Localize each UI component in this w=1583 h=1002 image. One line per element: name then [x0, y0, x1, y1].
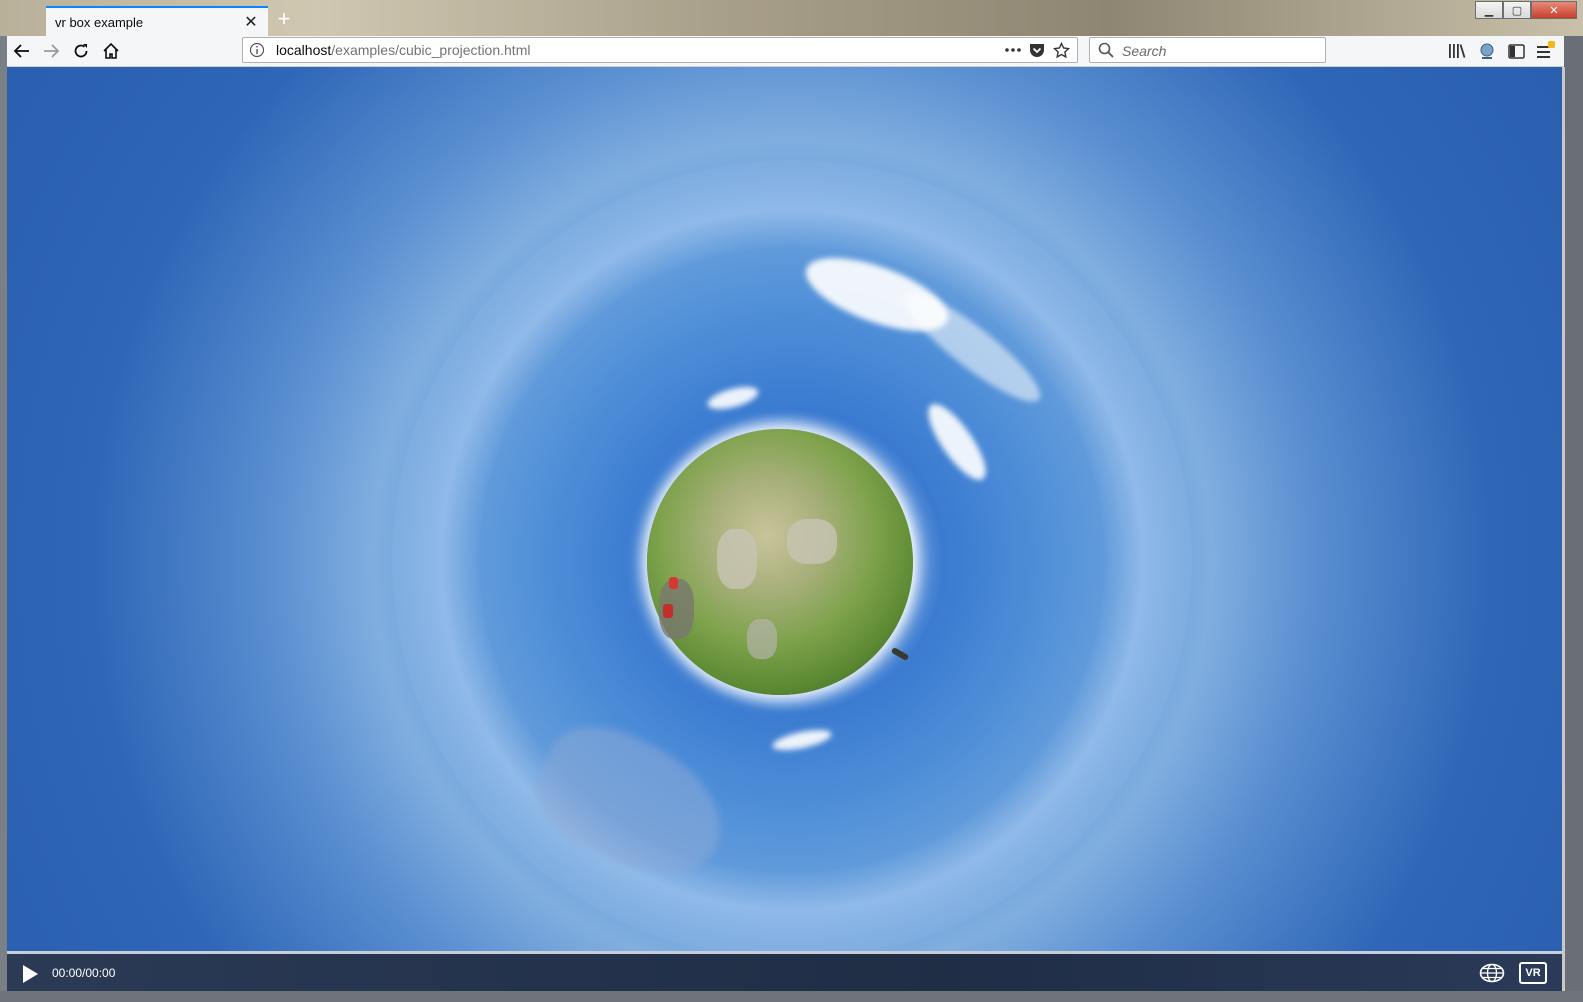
menu-button[interactable] — [1533, 39, 1557, 63]
pocket-icon — [1030, 43, 1044, 57]
url-host: localhost — [276, 42, 332, 58]
minimize-button[interactable]: ▁ — [1475, 1, 1503, 19]
new-tab-button[interactable]: + — [272, 8, 296, 32]
close-window-button[interactable]: ✕ — [1531, 1, 1577, 19]
more-icon — [1005, 48, 1021, 52]
url-text[interactable]: localhost/examples/cubic_projection.html — [276, 42, 530, 58]
search-icon — [1098, 42, 1114, 58]
page-actions-button[interactable] — [1001, 40, 1025, 60]
extension-button[interactable] — [1475, 39, 1499, 63]
reload-button[interactable] — [69, 39, 93, 63]
forward-icon — [44, 44, 60, 58]
projection-button[interactable] — [1479, 961, 1505, 985]
window-controls: ▁ ▢ ✕ — [1475, 1, 1577, 19]
panorama-viewport[interactable] — [7, 67, 1562, 951]
tab-active[interactable]: vr box example ✕ — [46, 6, 268, 36]
player-controls-right: VR — [1479, 961, 1547, 985]
maximize-button[interactable]: ▢ — [1503, 1, 1531, 19]
sidebar-icon — [1507, 43, 1525, 59]
reload-icon — [74, 44, 88, 58]
pocket-button[interactable] — [1025, 40, 1049, 60]
url-bar[interactable]: localhost/examples/cubic_projection.html — [242, 37, 1078, 63]
url-actions — [1001, 40, 1073, 60]
person-figure — [663, 604, 673, 618]
window-frame-right — [1562, 36, 1583, 1002]
globe-icon — [1479, 963, 1505, 983]
sidebar-button[interactable] — [1504, 39, 1528, 63]
search-bar[interactable] — [1089, 37, 1326, 63]
forward-button[interactable] — [39, 39, 63, 63]
window-frame-left — [0, 36, 7, 1002]
vr-button[interactable]: VR — [1519, 962, 1547, 984]
library-button[interactable] — [1445, 39, 1469, 63]
back-button[interactable] — [10, 39, 34, 63]
home-icon — [103, 42, 119, 59]
window-bottom-edge — [0, 991, 1583, 1002]
tab-title: vr box example — [55, 14, 144, 30]
navigation-toolbar: localhost/examples/cubic_projection.html — [7, 36, 1564, 67]
search-input[interactable] — [1120, 41, 1324, 61]
time-display: 00:00/00:00 — [52, 966, 116, 980]
back-icon — [13, 44, 29, 58]
scroll-strip — [1562, 67, 1565, 997]
menu-icon — [1537, 41, 1555, 58]
library-icon — [1449, 44, 1466, 58]
home-button[interactable] — [99, 39, 123, 63]
rock — [787, 519, 837, 564]
extension-icon — [1480, 43, 1494, 59]
player-control-bar: 00:00/00:00 VR — [7, 951, 1562, 991]
bookmark-button[interactable] — [1049, 40, 1073, 60]
person-figure — [669, 577, 678, 589]
url-path: /examples/cubic_projection.html — [331, 42, 531, 58]
tab-close-icon[interactable]: ✕ — [242, 13, 260, 31]
tiny-planet — [647, 429, 913, 695]
bookmark-star-icon — [1052, 41, 1070, 58]
rock — [747, 619, 777, 659]
play-icon[interactable] — [20, 964, 40, 984]
rock — [717, 529, 757, 589]
info-icon[interactable] — [249, 42, 265, 58]
